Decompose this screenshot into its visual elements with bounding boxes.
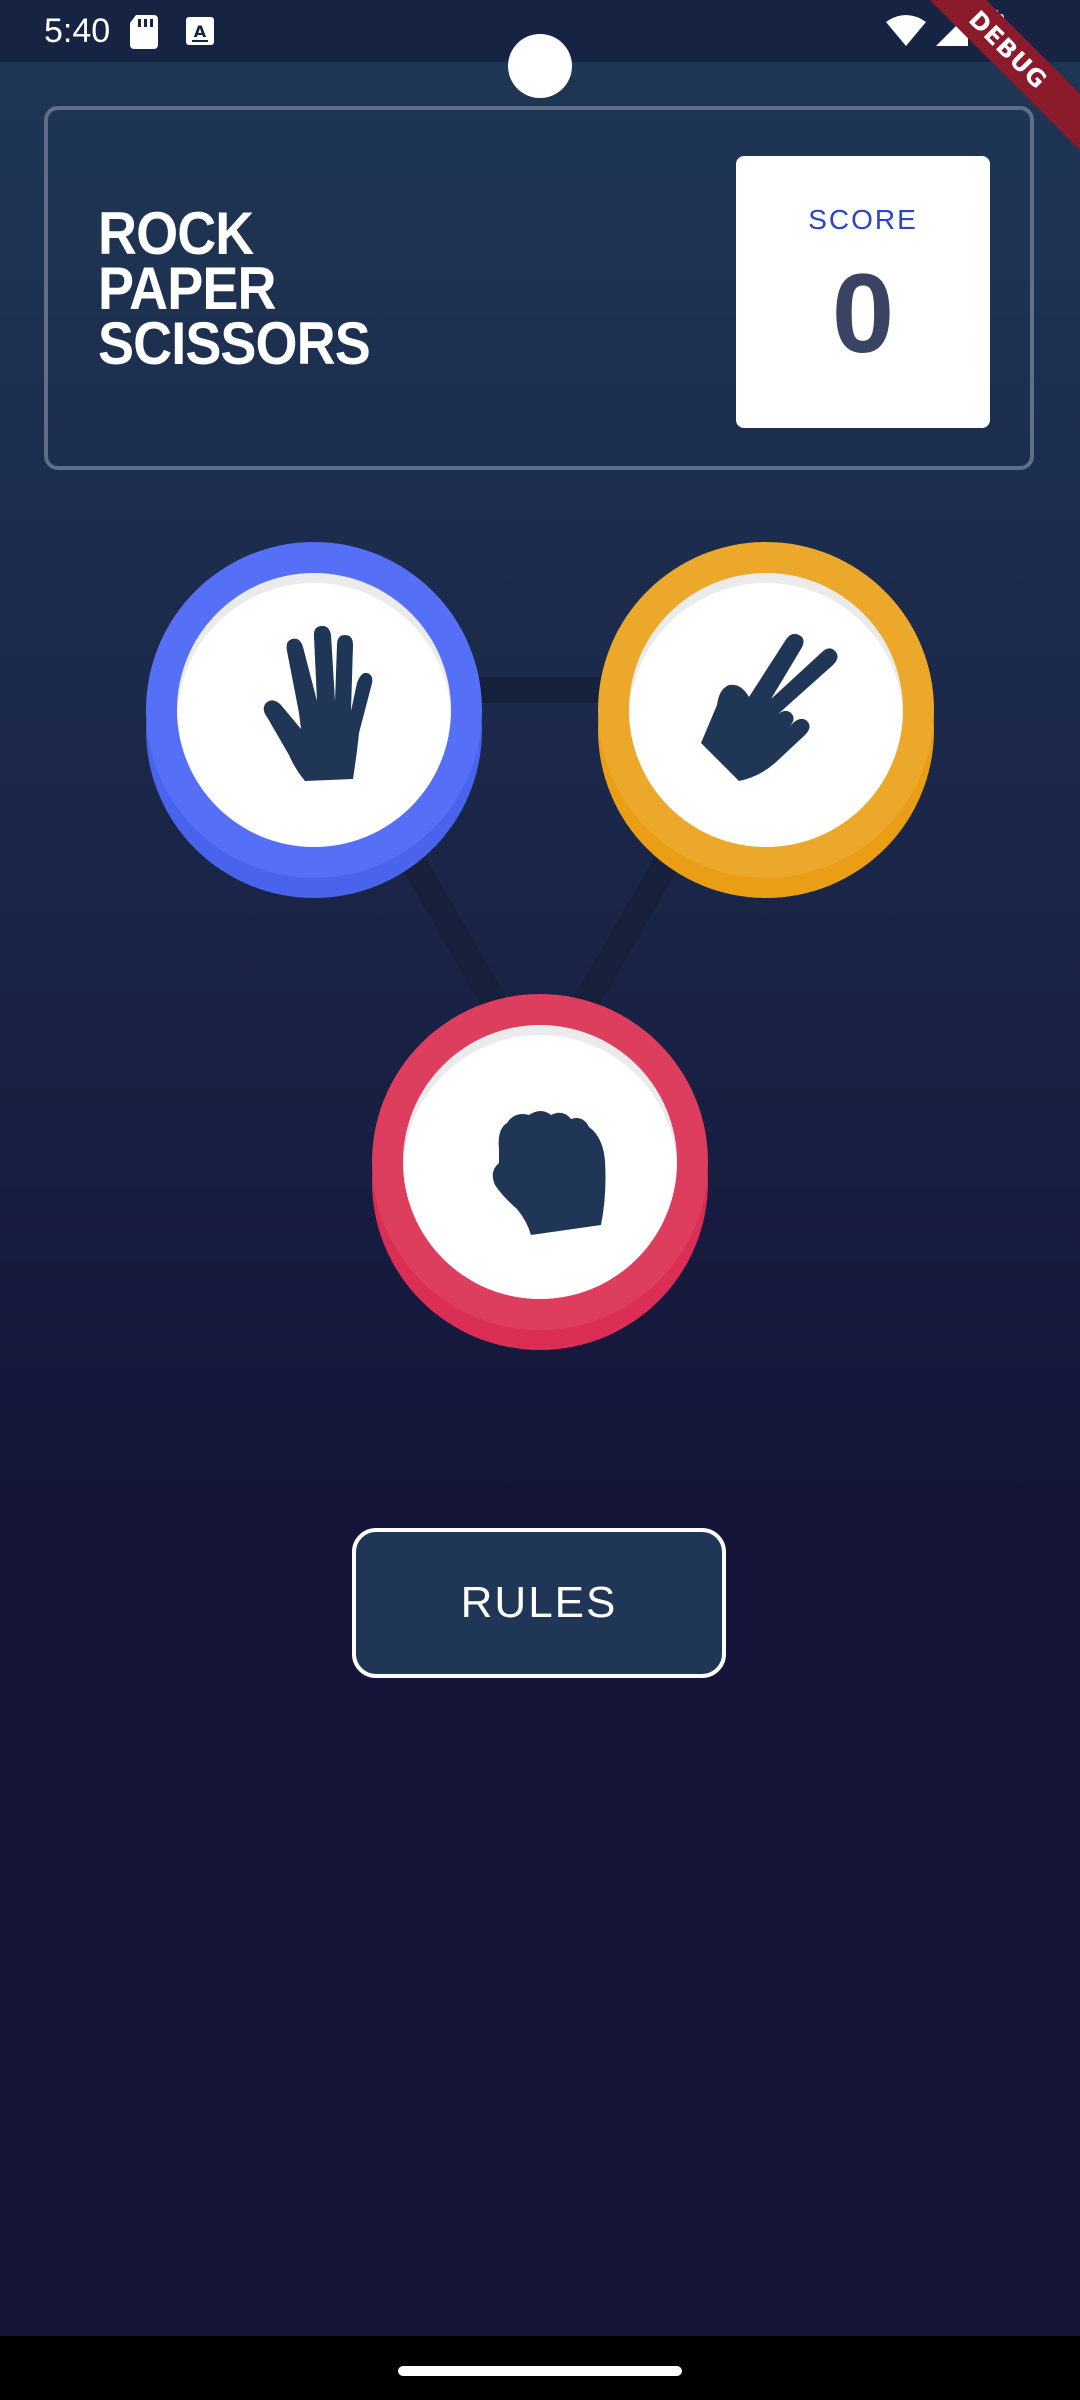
rock-fist-icon: [492, 1111, 606, 1235]
home-gesture-handle[interactable]: [398, 2366, 682, 2376]
rules-button[interactable]: RULES: [352, 1528, 726, 1678]
paper-choice-button[interactable]: [146, 542, 482, 898]
scissors-choice-button[interactable]: [598, 542, 934, 898]
scissors-hand-icon: [701, 633, 838, 781]
navigation-bar: [0, 2336, 1080, 2400]
rock-choice-button[interactable]: [372, 994, 708, 1350]
paper-hand-icon: [263, 625, 373, 781]
